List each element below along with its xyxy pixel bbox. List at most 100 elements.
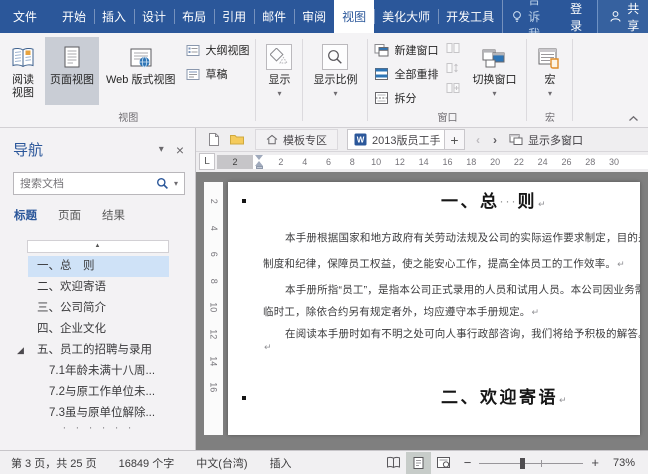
nav-heading-item[interactable]: 7.3虽与原单位解除...: [28, 403, 169, 424]
print-layout-view-button[interactable]: [406, 452, 431, 474]
share-label: 共享: [627, 0, 639, 34]
split-button[interactable]: 拆分: [374, 90, 438, 106]
nav-heading-item[interactable]: 二、欢迎寄语: [28, 277, 169, 298]
switch-windows-label: 切换窗口: [472, 74, 516, 87]
outline-view-button[interactable]: 大纲视图: [186, 42, 249, 58]
ribbon-tab[interactable]: 文件: [0, 0, 50, 33]
ribbon-tabs: 文件开始插入设计布局引用邮件审阅视图美化大师开发工具: [0, 0, 502, 33]
tab-headings[interactable]: 标题: [14, 207, 37, 223]
vertical-ruler[interactable]: 246810121416: [204, 182, 223, 435]
zoom-percentage[interactable]: 73%: [607, 457, 648, 469]
new-tab-button[interactable]: +: [444, 129, 465, 150]
group-separator: [526, 39, 527, 121]
ribbon-tab[interactable]: 审阅: [294, 0, 334, 33]
view-side-by-side-icon: [446, 42, 460, 54]
new-window-button[interactable]: 新建窗口: [374, 42, 438, 58]
zoom-menu-button[interactable]: 显示比例 ▾: [306, 37, 364, 125]
draft-view-button[interactable]: 草稿: [186, 66, 249, 82]
tab-results[interactable]: 结果: [102, 207, 125, 223]
macros-button[interactable]: 宏 ▾: [530, 37, 569, 98]
views-group-label: 视图: [2, 109, 254, 124]
ruler-number: 16: [200, 382, 227, 392]
collapse-ribbon-button[interactable]: [628, 115, 639, 122]
read-view-button[interactable]: 阅读视图: [3, 37, 43, 105]
nav-heading-item[interactable]: 一、总 则: [28, 256, 169, 277]
nav-heading-item[interactable]: 三、公司简介: [28, 298, 169, 319]
tab-pages[interactable]: 页面: [58, 207, 81, 223]
ruler-number: 10: [200, 303, 227, 313]
ribbon-tab[interactable]: 视图: [334, 0, 374, 33]
close-icon[interactable]: ×: [176, 142, 184, 158]
zoom-in-button[interactable]: +: [583, 455, 607, 470]
zoom-slider[interactable]: [479, 452, 583, 474]
body-text-line: 本手册所指“员工”，是指本公司正式录用的人员和试用人员。本公司因业务需: [285, 282, 640, 297]
language-indicator[interactable]: 中文(台湾): [185, 455, 258, 471]
arrange-all-button[interactable]: 全部重排: [374, 66, 438, 82]
left-indent-marker[interactable]: [256, 166, 263, 169]
ribbon-tab[interactable]: 美化大师: [374, 0, 438, 33]
multi-window-icon: [509, 133, 523, 146]
navigation-pane: 导航 ▾ × ▾ 标题 页面 结果 ▲ 一、总 则 二、欢迎寄语 三、公司简介 …: [0, 128, 196, 450]
show-multi-window-button[interactable]: 显示多窗口: [509, 132, 583, 148]
nav-heading-item[interactable]: 7.1年龄未满十八周...: [28, 361, 169, 382]
nav-pane-options-dropdown[interactable]: ▾: [159, 144, 164, 155]
read-mode-view-button[interactable]: [381, 452, 406, 474]
page-indicator[interactable]: 第 3 页，共 25 页: [0, 455, 108, 471]
ruler-number: 20: [483, 157, 507, 167]
search-options-dropdown[interactable]: ▾: [174, 180, 178, 188]
print-layout-icon: [62, 42, 82, 74]
new-document-button[interactable]: [202, 130, 224, 150]
first-line-indent-marker[interactable]: [255, 155, 263, 160]
ribbon-tab[interactable]: 插入: [94, 0, 134, 33]
nav-heading-item[interactable]: 7.2与原工作单位未...: [28, 382, 169, 403]
split-icon: [374, 91, 389, 105]
zoom-slider-thumb[interactable]: [520, 458, 525, 469]
tab-stop-selector[interactable]: L: [199, 153, 215, 170]
body-text-line: 制度和纪律，保障员工权益，使之能安心工作，提高全体员工的工作效率。↵: [263, 256, 625, 271]
document-page[interactable]: 一、总···则↵ 本手册根据国家和地方政府有关劳动法规及公司的实际运作要求制定，…: [228, 182, 640, 435]
ruler-number: 28: [578, 157, 602, 167]
paragraph-mark: ↵: [617, 259, 625, 269]
chevron-down-icon: ▾: [548, 90, 552, 98]
prev-tab-arrow[interactable]: ‹: [476, 133, 480, 147]
zoom-out-button[interactable]: −: [456, 455, 480, 470]
tab-template-zone[interactable]: 模板专区: [255, 129, 338, 150]
nav-heading-item[interactable]: 四、企业文化: [28, 319, 169, 340]
ribbon: 阅读视图 页面视图 Web 版式视图 大纲视图: [0, 33, 648, 128]
word-count[interactable]: 16849 个字: [108, 455, 186, 471]
ruler-number: 14: [200, 356, 227, 366]
ruler-number: 6: [200, 252, 227, 257]
person-icon: [609, 10, 622, 23]
ribbon-tab[interactable]: 引用: [214, 0, 254, 33]
ribbon-tab[interactable]: 布局: [174, 0, 214, 33]
ribbon-tab[interactable]: 设计: [134, 0, 174, 33]
print-layout-button[interactable]: 页面视图: [45, 37, 99, 105]
tab-active-document[interactable]: W 2013版员工手: [347, 129, 445, 150]
outline-view-label: 大纲视图: [205, 42, 249, 58]
show-menu-button[interactable]: 显示 ▾: [259, 37, 299, 125]
sign-in-button[interactable]: 登录: [559, 0, 593, 34]
heading-anchor-mark: [242, 199, 246, 203]
scroll-up-button[interactable]: ▲: [27, 240, 169, 253]
window-group-label: 窗口: [369, 109, 525, 124]
search-input[interactable]: [14, 178, 150, 190]
next-tab-arrow[interactable]: ›: [493, 133, 497, 147]
nav-heading-item-clipped[interactable]: · · · · · ·: [28, 424, 169, 430]
ribbon-tab[interactable]: 开发工具: [438, 0, 502, 33]
web-layout-view-button[interactable]: [431, 452, 456, 474]
document-tab-bar: 模板专区 W 2013版员工手 + ‹ › 显示多窗口: [196, 128, 648, 152]
ribbon-tab[interactable]: 邮件: [254, 0, 294, 33]
switch-windows-button[interactable]: 切换窗口 ▾: [465, 37, 523, 98]
search-box: ▾: [13, 172, 185, 195]
ribbon-tab[interactable]: 开始: [54, 0, 94, 33]
group-separator: [255, 39, 256, 121]
open-folder-button[interactable]: [226, 130, 248, 150]
collapse-triangle-icon[interactable]: ◢: [17, 340, 24, 361]
insert-mode-indicator[interactable]: 插入: [259, 455, 303, 471]
show-icon: [266, 44, 292, 70]
horizontal-ruler[interactable]: 2 24681012141618202224262830: [217, 155, 648, 169]
search-icon[interactable]: [156, 177, 169, 190]
navigation-pane-title: 导航: [13, 139, 147, 160]
nav-heading-item[interactable]: ◢五、员工的招聘与录用: [28, 340, 169, 361]
web-layout-button[interactable]: Web 版式视图: [101, 37, 180, 105]
